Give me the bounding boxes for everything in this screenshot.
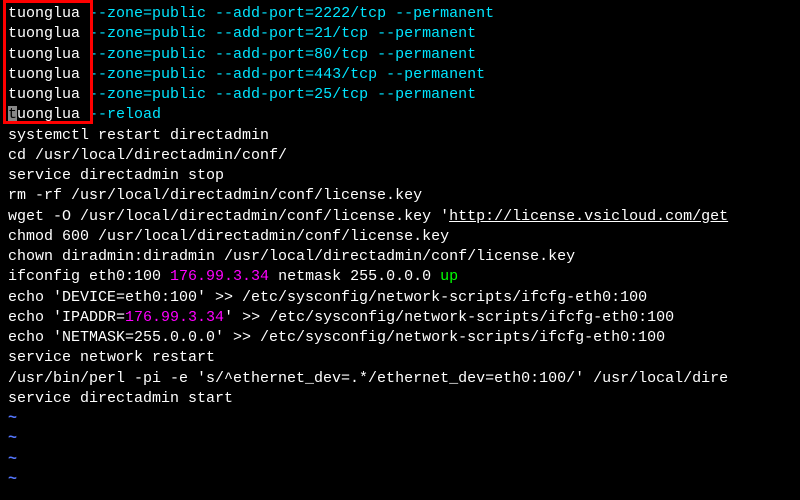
chown-command: chown diradmin:diradmin /usr/local/direc… bbox=[0, 247, 800, 267]
terminal-output[interactable]: tuonglua --zone=public --add-port=2222/t… bbox=[0, 4, 800, 490]
perl-command: /usr/bin/perl -pi -e 's/^ethernet_dev=.*… bbox=[0, 369, 800, 389]
firewall-line-4: tuonglua --zone=public --add-port=443/tc… bbox=[0, 65, 800, 85]
ifconfig-command: ifconfig eth0:100 176.99.3.34 netmask 25… bbox=[0, 267, 800, 287]
vim-tilde: ~ bbox=[0, 409, 800, 429]
firewall-line-3: tuonglua --zone=public --add-port=80/tcp… bbox=[0, 45, 800, 65]
vim-tilde: ~ bbox=[0, 429, 800, 449]
cursor: t bbox=[8, 106, 17, 123]
systemctl-restart: systemctl restart directadmin bbox=[0, 126, 800, 146]
vim-tilde: ~ bbox=[0, 470, 800, 490]
license-url: http://license.vsicloud.com/get bbox=[449, 208, 728, 225]
firewall-reload-line: tuonglua --reload bbox=[0, 105, 800, 125]
echo-device: echo 'DEVICE=eth0:100' >> /etc/sysconfig… bbox=[0, 288, 800, 308]
firewall-line-1: tuonglua --zone=public --add-port=2222/t… bbox=[0, 4, 800, 24]
echo-netmask: echo 'NETMASK=255.0.0.0' >> /etc/sysconf… bbox=[0, 328, 800, 348]
echo-ipaddr: echo 'IPADDR=176.99.3.34' >> /etc/syscon… bbox=[0, 308, 800, 328]
service-stop: service directadmin stop bbox=[0, 166, 800, 186]
chmod-command: chmod 600 /usr/local/directadmin/conf/li… bbox=[0, 227, 800, 247]
cd-command: cd /usr/local/directadmin/conf/ bbox=[0, 146, 800, 166]
vim-tilde: ~ bbox=[0, 450, 800, 470]
firewall-line-2: tuonglua --zone=public --add-port=21/tcp… bbox=[0, 24, 800, 44]
firewall-line-5: tuonglua --zone=public --add-port=25/tcp… bbox=[0, 85, 800, 105]
rm-command: rm -rf /usr/local/directadmin/conf/licen… bbox=[0, 186, 800, 206]
service-start: service directadmin start bbox=[0, 389, 800, 409]
service-network-restart: service network restart bbox=[0, 348, 800, 368]
wget-command: wget -O /usr/local/directadmin/conf/lice… bbox=[0, 207, 800, 227]
